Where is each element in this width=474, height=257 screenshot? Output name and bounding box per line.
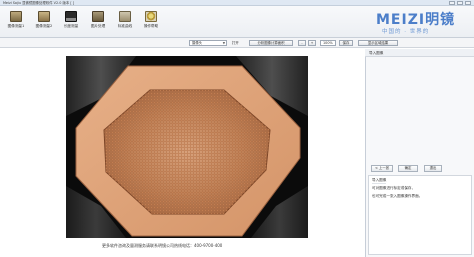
brand-tagline: 中国的 · 世界的: [382, 29, 430, 35]
prev-button[interactable]: < 上一张: [371, 165, 393, 172]
curve-icon: [119, 11, 131, 22]
close-button[interactable]: [465, 1, 471, 5]
ribbon-button-1[interactable]: 图像测量1: [6, 11, 26, 35]
side-panel-title: 导入图像: [369, 51, 384, 55]
monitor-icon: [65, 11, 77, 22]
ribbon-label: 长度测量: [63, 24, 79, 28]
viewer-caption: 更多软件咨询及量测服务请联系明镜公司热线电话：400-9700-400: [102, 243, 223, 248]
ribbon-button-4[interactable]: 图片处理: [88, 11, 108, 35]
ribbon-label: 图像测量2: [35, 24, 53, 28]
zoom-in-button[interactable]: +: [308, 40, 316, 46]
brand-mark: MEIZI明镜: [376, 12, 456, 28]
photo-process-icon: [92, 11, 104, 22]
cross-section-image[interactable]: [66, 56, 308, 238]
maximize-button[interactable]: [457, 1, 463, 5]
report-button[interactable]: 显示区域结果: [358, 40, 398, 46]
ribbon-label: 操作帮助: [143, 24, 159, 28]
info-line-1: 可对图像进行标定或保存，: [372, 186, 416, 190]
window-controls: [449, 1, 471, 5]
camera-select-value: 摄像头: [192, 41, 203, 45]
capture-button[interactable]: 分析图像计算面积: [249, 40, 293, 46]
open-label[interactable]: 打开: [232, 40, 239, 46]
zoom-out-button[interactable]: -: [298, 40, 306, 46]
ribbon-button-2[interactable]: 图像测量2: [34, 11, 54, 35]
camera-select[interactable]: 摄像头 ▼: [189, 40, 227, 46]
save-button[interactable]: 保存: [339, 40, 353, 46]
info-title: 导入图像: [372, 178, 387, 184]
minimize-button[interactable]: [449, 1, 455, 5]
cable-cross-section: [66, 56, 308, 238]
info-box: 导入图像 可对图像进行标定或保存， 也可完成一张入图像操作界面。: [368, 175, 472, 255]
side-panel-header: 导入图像: [365, 49, 474, 57]
microscope-image-icon: [10, 11, 22, 22]
ribbon-label: 图片处理: [90, 24, 106, 28]
ribbon-button-5[interactable]: 标准曲线: [115, 11, 135, 35]
info-line-2: 也可完成一张入图像操作界面。: [372, 194, 423, 198]
ribbon-button-6[interactable]: 操作帮助: [141, 11, 161, 35]
confirm-button[interactable]: 确定: [398, 165, 418, 172]
image-measure-icon: [38, 11, 50, 22]
ribbon-label: 标准曲线: [117, 24, 133, 28]
chevron-down-icon: ▼: [222, 41, 225, 45]
help-icon: [145, 11, 157, 22]
ribbon-label: 图像测量1: [7, 24, 25, 28]
zoom-level[interactable]: 100%: [320, 40, 336, 46]
action-toolbar: 摄像头 ▼ 打开 分析图像计算面积 - + 100% 保存 显示区域结果: [0, 38, 474, 48]
ribbon-button-3[interactable]: 长度测量: [61, 11, 81, 35]
exit-button[interactable]: 退出: [424, 165, 442, 172]
brand-logo: MEIZI明镜 中国的 · 世界的: [376, 8, 468, 36]
